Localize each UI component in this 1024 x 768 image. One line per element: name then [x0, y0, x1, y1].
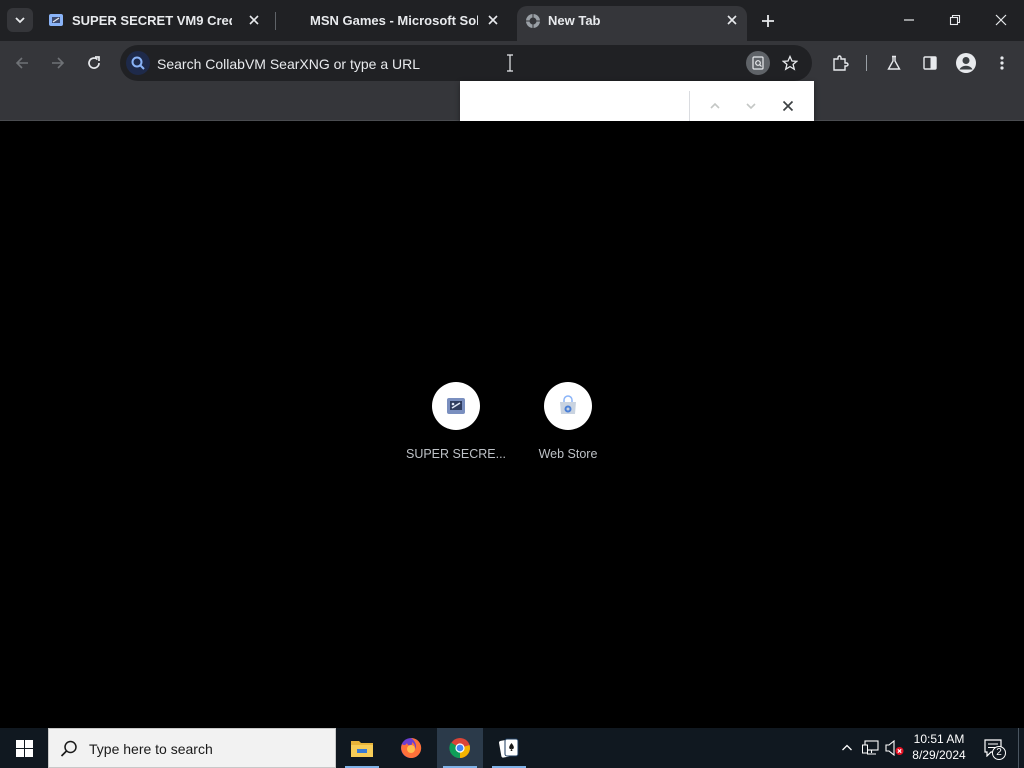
find-previous-button[interactable] — [703, 94, 727, 118]
text-cursor-icon — [507, 54, 513, 72]
side-panel-button[interactable] — [916, 49, 944, 77]
network-tray-button[interactable] — [861, 738, 881, 758]
notification-count-badge: 2 — [992, 746, 1006, 760]
clock-date: 8/29/2024 — [912, 748, 966, 762]
new-tab-page: SUPER SECRE... Web Store — [0, 121, 1024, 728]
minimize-button[interactable] — [894, 5, 924, 35]
chevron-up-icon — [710, 102, 720, 109]
start-button[interactable] — [0, 728, 48, 768]
close-icon — [995, 14, 1007, 26]
side-panel-icon — [923, 56, 937, 70]
network-icon — [862, 740, 879, 755]
search-icon — [60, 740, 77, 757]
firefox-icon — [401, 737, 422, 758]
tab-msn-games[interactable]: MSN Games - Microsoft Solitaire — [280, 0, 514, 41]
plus-icon — [762, 15, 774, 27]
web-store-icon — [560, 395, 576, 414]
vm-credits-favicon — [49, 14, 63, 26]
close-icon — [782, 100, 794, 112]
profile-button[interactable] — [952, 49, 980, 77]
restore-icon — [949, 14, 961, 26]
toolbar-separator — [866, 55, 867, 71]
shortcut-label: Web Store — [538, 447, 598, 461]
omnibox-placeholder: Search CollabVM SearXNG or type a URL — [157, 56, 420, 72]
extensions-button[interactable] — [826, 49, 854, 77]
chevron-up-icon — [842, 744, 852, 751]
windows-taskbar: Type here to search 10:51 AM 8/29/2024 2 — [0, 728, 1024, 768]
vm-credits-shortcut-icon — [447, 398, 465, 414]
chevron-down-icon — [746, 103, 756, 110]
browser-toolbar: Search CollabVM SearXNG or type a URL — [0, 41, 1024, 85]
close-icon — [249, 15, 259, 25]
tab-strip: SUPER SECRET VM9 Credits MSN Games - Mic… — [0, 0, 1024, 41]
arrow-left-icon — [15, 57, 28, 69]
flask-icon — [887, 55, 901, 70]
close-window-button[interactable] — [986, 5, 1016, 35]
shortcut-web-store[interactable]: Web Store — [516, 382, 620, 472]
clock-time: 10:51 AM — [913, 732, 965, 746]
taskbar-app-file-explorer[interactable] — [339, 728, 385, 768]
shortcut-icon-tile — [544, 382, 592, 430]
find-close-button[interactable] — [776, 94, 800, 118]
profile-avatar-icon — [956, 53, 976, 73]
solitaire-icon — [499, 738, 519, 758]
taskbar-app-solitaire[interactable] — [486, 728, 532, 768]
tab-vm-credits[interactable]: SUPER SECRET VM9 Credits — [40, 0, 274, 41]
new-tab-button[interactable] — [757, 10, 779, 32]
taskbar-clock[interactable]: 10:51 AM 8/29/2024 — [908, 731, 970, 763]
omnibox[interactable]: Search CollabVM SearXNG or type a URL — [120, 45, 812, 81]
tab-new-tab[interactable]: New Tab — [517, 6, 747, 41]
globe-icon — [526, 14, 540, 28]
puzzle-icon — [833, 55, 849, 71]
reload-button[interactable] — [80, 49, 108, 77]
tab-close-button[interactable] — [484, 11, 502, 29]
windows-logo-icon — [15, 739, 33, 757]
tab-close-button[interactable] — [245, 11, 263, 29]
tab-close-button[interactable] — [723, 11, 741, 29]
taskbar-search-placeholder: Type here to search — [89, 741, 213, 757]
find-in-page-button[interactable] — [746, 51, 770, 75]
bookmark-star-button[interactable] — [778, 51, 802, 75]
searxng-search-icon — [126, 51, 150, 75]
kebab-menu-icon — [1000, 56, 1004, 70]
chrome-labs-button[interactable] — [880, 49, 908, 77]
tab-title: MSN Games - Microsoft Solitaire — [310, 13, 478, 28]
taskbar-app-chrome[interactable] — [437, 728, 483, 768]
tab-separator — [275, 12, 276, 30]
tab-title: New Tab — [548, 13, 601, 28]
shortcut-super-secret[interactable]: SUPER SECRE... — [404, 382, 508, 472]
chevron-down-icon — [15, 17, 25, 24]
chrome-icon — [449, 738, 470, 759]
page-search-icon — [752, 56, 764, 70]
chrome-menu-button[interactable] — [988, 49, 1016, 77]
action-center-button[interactable]: 2 — [978, 734, 1008, 762]
minimize-icon — [904, 19, 914, 21]
taskbar-app-firefox[interactable] — [388, 728, 434, 768]
show-hidden-icons-button[interactable] — [837, 738, 857, 758]
close-icon — [727, 15, 737, 25]
show-desktop-button[interactable] — [1018, 728, 1024, 768]
tab-search-button[interactable] — [7, 8, 33, 32]
taskbar-search-box[interactable]: Type here to search — [48, 728, 336, 768]
forward-button[interactable] — [44, 49, 72, 77]
reload-icon — [88, 56, 100, 69]
shortcut-icon-tile — [432, 382, 480, 430]
arrow-right-icon — [52, 57, 65, 69]
find-separator — [689, 91, 690, 121]
volume-muted-icon — [885, 740, 904, 756]
volume-tray-button[interactable] — [885, 738, 905, 758]
star-icon — [782, 55, 798, 71]
find-input[interactable] — [472, 92, 682, 120]
find-next-button[interactable] — [739, 94, 763, 118]
shortcut-label: SUPER SECRE... — [405, 447, 507, 461]
restore-button[interactable] — [940, 5, 970, 35]
file-explorer-icon — [351, 741, 373, 757]
back-button[interactable] — [8, 49, 36, 77]
close-icon — [488, 15, 498, 25]
tab-title: SUPER SECRET VM9 Credits — [72, 13, 232, 28]
